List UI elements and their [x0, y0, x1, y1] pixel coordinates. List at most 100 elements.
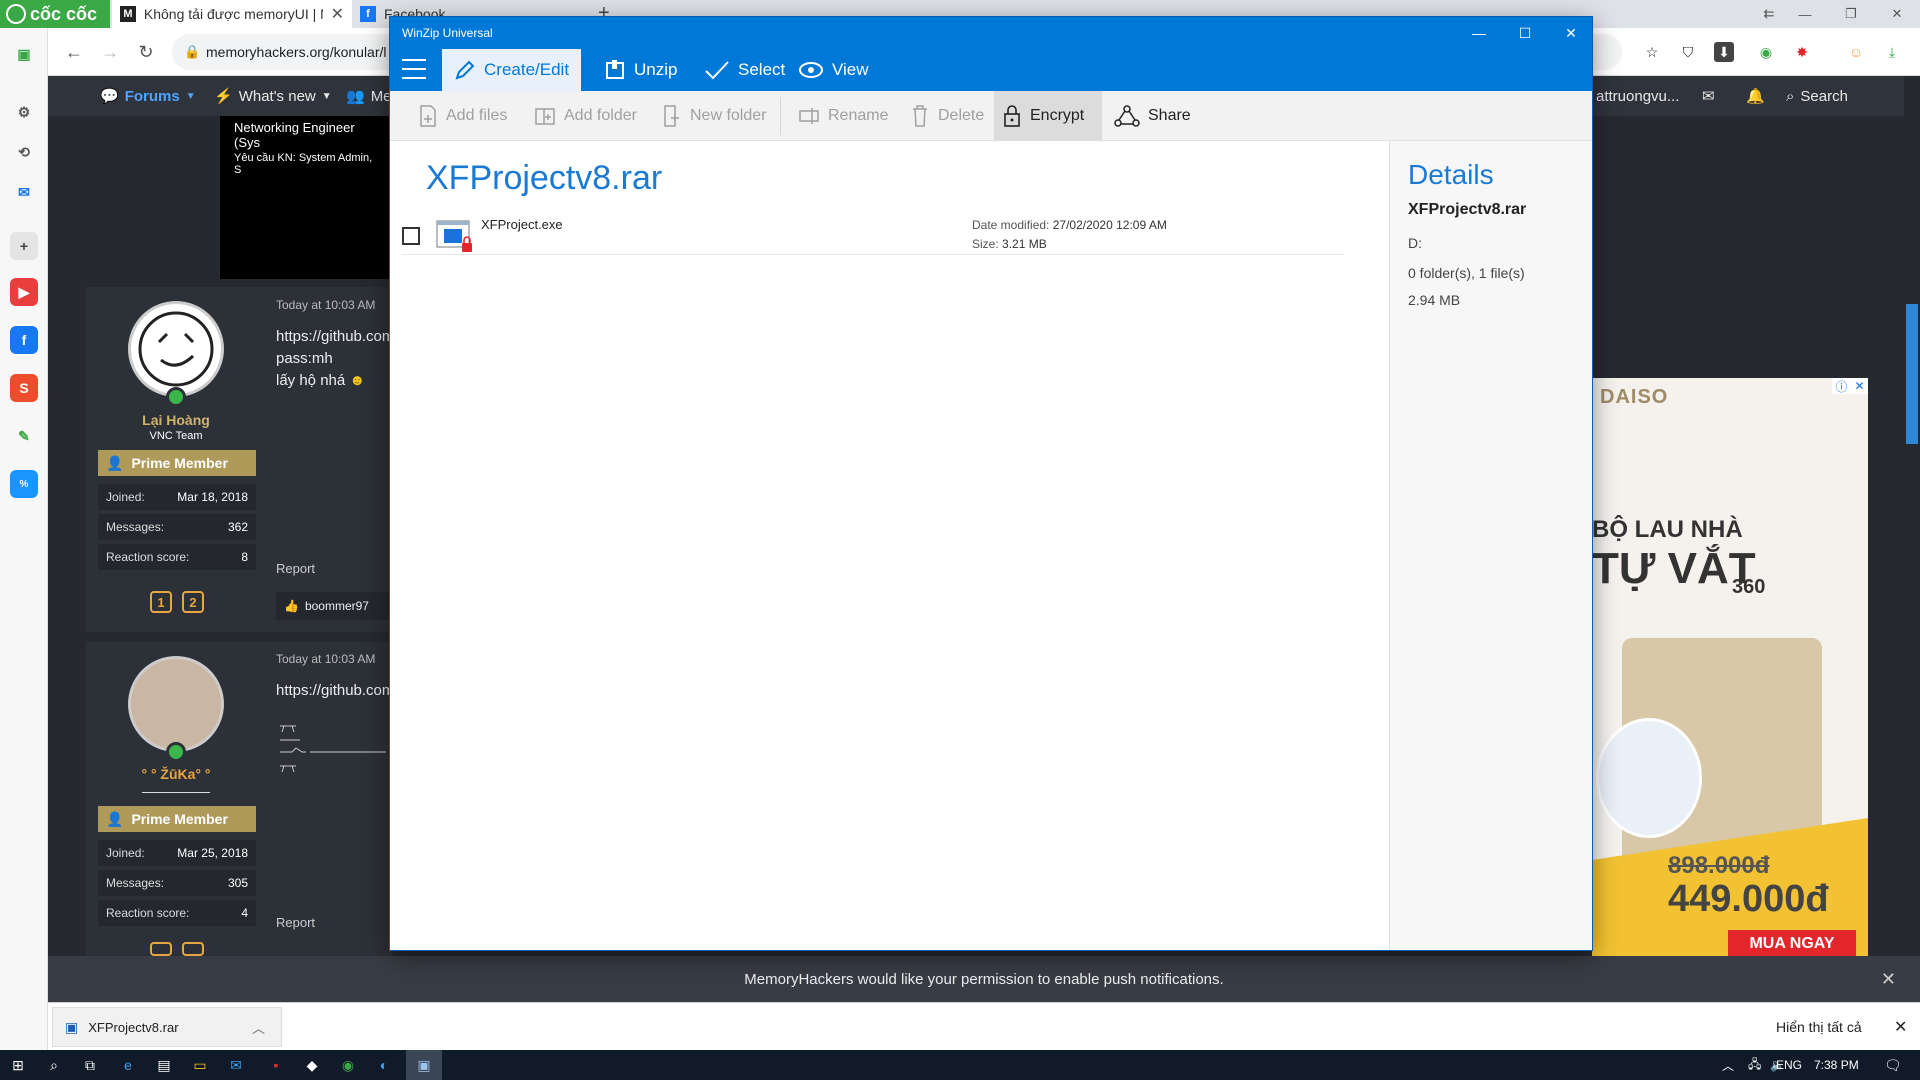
user-menu[interactable]: attruongvu...: [1596, 76, 1679, 116]
ad-buy-button[interactable]: MUA NGAY: [1728, 930, 1856, 958]
task-view-icon[interactable]: ⧉: [72, 1050, 108, 1080]
game-app-icon[interactable]: ◆: [294, 1050, 330, 1080]
post-line[interactable]: https://github.com: [276, 326, 394, 348]
browser-taskbar-icon[interactable]: ◐: [366, 1050, 402, 1080]
page-scrollbar-thumb[interactable]: [1906, 304, 1918, 444]
ad-close-icon[interactable]: ✕: [1854, 379, 1864, 393]
save-download-icon[interactable]: ⤓: [1882, 42, 1902, 62]
tab-memoryhackers[interactable]: M Không tải được memoryUI | M ✕: [112, 0, 352, 28]
reload-icon[interactable]: ↻: [130, 36, 162, 68]
coccoc-extension-icon[interactable]: ◉: [1756, 42, 1776, 62]
trophy-icon[interactable]: 1: [150, 591, 172, 613]
emoji-extension-icon[interactable]: ☺: [1846, 42, 1866, 62]
add-files-button[interactable]: Add files: [410, 91, 515, 141]
new-folder-button[interactable]: New folder: [654, 91, 774, 141]
download-item[interactable]: ▣ XFProjectv8.rar ︿: [52, 1007, 282, 1047]
job-banner[interactable]: Networking Engineer (Sys Yêu cầu KN: Sys…: [220, 116, 390, 279]
hamburger-menu-icon[interactable]: [402, 59, 426, 79]
edge-browser-icon[interactable]: e: [110, 1050, 146, 1080]
trophy-icon[interactable]: [150, 942, 172, 956]
ascii-art-icon: [280, 725, 386, 773]
browser-restore-icon[interactable]: ❐: [1828, 0, 1874, 28]
tab-select[interactable]: Select: [692, 49, 797, 91]
reaction-user[interactable]: boommer97: [305, 599, 369, 613]
delete-button[interactable]: Delete: [902, 91, 992, 141]
post-timestamp[interactable]: Today at 10:03 AM: [276, 298, 375, 312]
rename-button[interactable]: Rename: [790, 91, 896, 141]
page-scrollbar[interactable]: [1904, 76, 1920, 956]
forum-search-button[interactable]: ⌕ Search: [1786, 76, 1848, 116]
trophy-icon[interactable]: [182, 942, 204, 956]
avatar[interactable]: [128, 301, 224, 397]
minimize-icon[interactable]: —: [1456, 17, 1502, 49]
bookmark-star-icon[interactable]: ☆: [1642, 42, 1662, 62]
input-language[interactable]: ENG: [1776, 1050, 1802, 1080]
facebook-favicon-icon: f: [360, 6, 376, 22]
clock[interactable]: 7:38 PM: [1814, 1050, 1859, 1080]
post-username[interactable]: ° ° ŽūKa° °: [86, 766, 266, 782]
coccoc-maps-icon[interactable]: ✎: [10, 422, 38, 450]
ad-info-icon[interactable]: ⓘ: [1835, 378, 1847, 395]
app-icon[interactable]: ▪: [258, 1050, 294, 1080]
facebook-icon[interactable]: f: [10, 326, 38, 354]
coccoc-taskbar-icon[interactable]: ◉: [330, 1050, 366, 1080]
maximize-icon[interactable]: ☐: [1502, 17, 1548, 49]
file-row[interactable]: XFProject.exe Date modified: 27/02/2020 …: [402, 211, 1344, 255]
winzip-title-bar[interactable]: WinZip Universal: [390, 17, 1592, 49]
reaction-bar[interactable]: 👍 boommer97: [276, 592, 390, 620]
close-shelf-icon[interactable]: ✕: [1894, 1003, 1907, 1051]
tab-unzip[interactable]: Unzip: [592, 49, 689, 91]
tiki-icon[interactable]: %: [10, 470, 38, 498]
download-icon[interactable]: ⬇: [1714, 42, 1734, 62]
mail-icon[interactable]: ✉: [218, 1050, 254, 1080]
youtube-icon[interactable]: ▶: [10, 278, 38, 306]
add-sidebar-item-icon[interactable]: +: [10, 232, 38, 260]
share-button[interactable]: Share: [1106, 91, 1199, 141]
back-arrow-icon[interactable]: ←: [58, 36, 90, 68]
close-tab-icon[interactable]: ✕: [331, 4, 344, 24]
messenger-icon[interactable]: ✉: [10, 178, 38, 206]
report-link[interactable]: Report: [276, 915, 315, 930]
browser-brand[interactable]: cốc cốc: [0, 0, 110, 28]
chat-bubble-icon: 💬: [100, 88, 119, 105]
inbox-icon[interactable]: ✉: [1702, 76, 1715, 116]
ad-choices[interactable]: ⓘ ✕: [1832, 378, 1868, 394]
settings-gear-icon[interactable]: ⚙: [10, 98, 38, 126]
windows-start-icon[interactable]: ⊞: [0, 1050, 36, 1080]
advertisement[interactable]: DAISO ⓘ ✕ BỘ LAU NHÀ TỰ VẮT 360 898.000đ …: [1592, 378, 1868, 958]
extension-icon[interactable]: ✸: [1792, 42, 1812, 62]
chevron-up-icon[interactable]: ︿: [252, 1018, 265, 1037]
encrypt-button[interactable]: Encrypt: [994, 91, 1102, 141]
network-icon[interactable]: 🖧: [1748, 1050, 1761, 1080]
tray-overflow-icon[interactable]: ︿: [1722, 1050, 1734, 1080]
close-notification-icon[interactable]: ✕: [1881, 969, 1896, 990]
alerts-bell-icon[interactable]: 🔔: [1746, 76, 1765, 116]
shield-icon[interactable]: ⛉: [1678, 42, 1698, 62]
show-all-downloads-link[interactable]: Hiển thị tất cả: [1776, 1003, 1862, 1051]
file-select-checkbox[interactable]: [402, 227, 420, 245]
avatar[interactable]: [128, 656, 224, 752]
close-icon[interactable]: ✕: [1548, 17, 1594, 49]
post-username[interactable]: Lại Hoàng: [86, 412, 266, 428]
trophy-icon[interactable]: 2: [182, 591, 204, 613]
winzip-taskbar-icon[interactable]: ▣: [406, 1050, 442, 1080]
post-line[interactable]: https://github.com: [276, 680, 394, 702]
search-icon[interactable]: ⌕: [36, 1050, 72, 1080]
history-icon[interactable]: ⟲: [10, 138, 38, 166]
nav-whats-new[interactable]: ⚡ What's new ▼: [214, 76, 332, 116]
shopee-icon[interactable]: S: [10, 374, 38, 402]
nav-members[interactable]: 👥 Me: [346, 76, 392, 116]
action-center-icon[interactable]: 🗨: [1884, 1050, 1902, 1080]
sidebar-panel-icon[interactable]: ▣: [10, 40, 38, 68]
report-link[interactable]: Report: [276, 561, 315, 576]
forward-arrow-icon[interactable]: →: [94, 36, 126, 68]
browser-minimize-icon[interactable]: —: [1782, 0, 1828, 28]
post-timestamp[interactable]: Today at 10:03 AM: [276, 652, 375, 666]
tab-create-edit[interactable]: Create/Edit: [442, 49, 582, 91]
tab-view[interactable]: View: [786, 49, 881, 91]
add-folder-button[interactable]: Add folder: [526, 91, 645, 141]
store-icon[interactable]: ▤: [146, 1050, 182, 1080]
file-explorer-icon[interactable]: ▭: [182, 1050, 218, 1080]
browser-close-icon[interactable]: ✕: [1874, 0, 1920, 28]
nav-forums[interactable]: 💬 Forums ▼: [100, 76, 196, 116]
